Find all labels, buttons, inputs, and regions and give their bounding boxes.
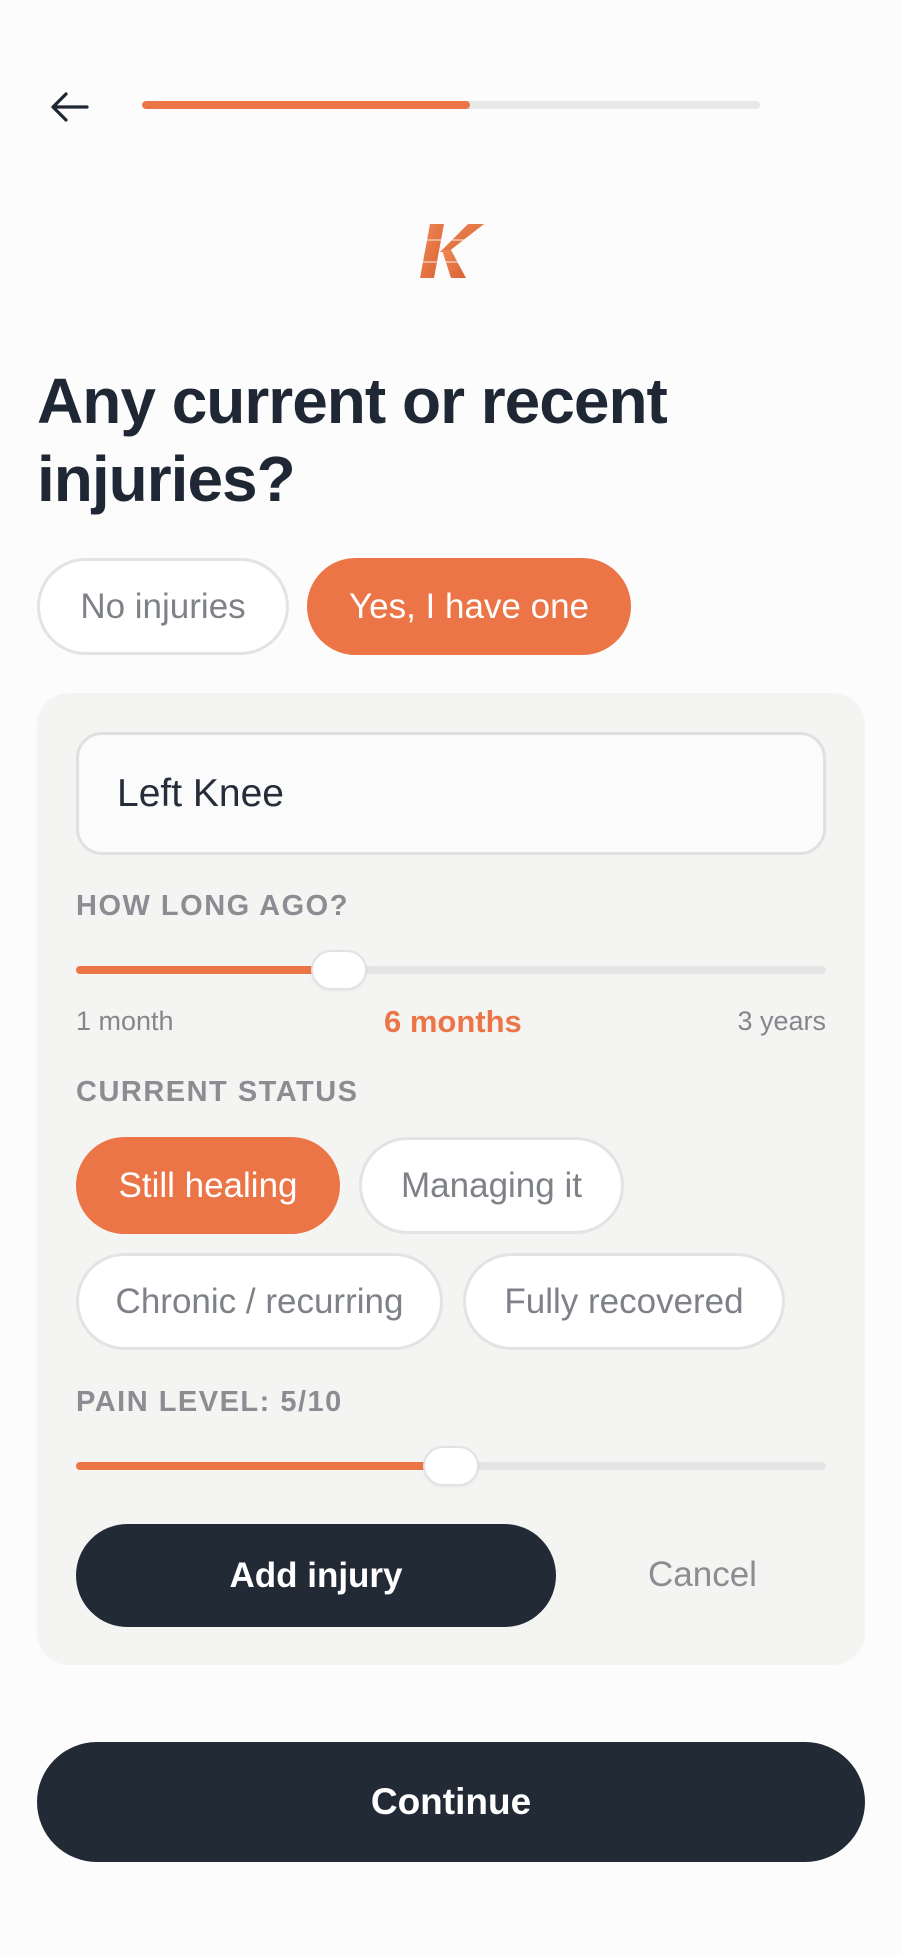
how-long-slider-fill: [76, 966, 339, 974]
pain-level-slider-thumb[interactable]: [423, 1446, 479, 1486]
arrow-left-icon: [51, 92, 89, 122]
brand-logo: [418, 222, 486, 280]
how-long-value: 6 months: [384, 1004, 522, 1039]
how-long-max-label: 3 years: [737, 1006, 826, 1036]
how-long-slider-thumb[interactable]: [310, 950, 367, 990]
progress-bar: [142, 101, 760, 109]
page-title: Any current or recent injuries?: [37, 365, 668, 515]
continue-button[interactable]: Continue: [37, 1742, 865, 1862]
status-still-healing-chip[interactable]: Still healing: [76, 1137, 340, 1234]
how-long-slider[interactable]: [76, 966, 826, 974]
no-injuries-button[interactable]: No injuries: [37, 558, 289, 655]
injury-location-input[interactable]: Left Knee: [76, 732, 826, 855]
status-chronic-chip[interactable]: Chronic / recurring: [76, 1253, 443, 1350]
pain-level-label: PAIN LEVEL: 5/10: [76, 1386, 343, 1418]
status-recovered-chip[interactable]: Fully recovered: [463, 1253, 785, 1350]
back-button[interactable]: [40, 82, 100, 132]
current-status-label: CURRENT STATUS: [76, 1076, 359, 1108]
add-injury-button[interactable]: Add injury: [76, 1524, 556, 1627]
how-long-label: HOW LONG AGO?: [76, 890, 349, 922]
how-long-min-label: 1 month: [76, 1006, 174, 1036]
k-logo-icon: [420, 224, 484, 278]
cancel-button[interactable]: Cancel: [648, 1555, 757, 1595]
pain-level-slider-fill: [76, 1462, 451, 1470]
status-managing-chip[interactable]: Managing it: [359, 1137, 624, 1234]
progress-fill: [142, 101, 470, 109]
yes-injury-button[interactable]: Yes, I have one: [307, 558, 631, 655]
